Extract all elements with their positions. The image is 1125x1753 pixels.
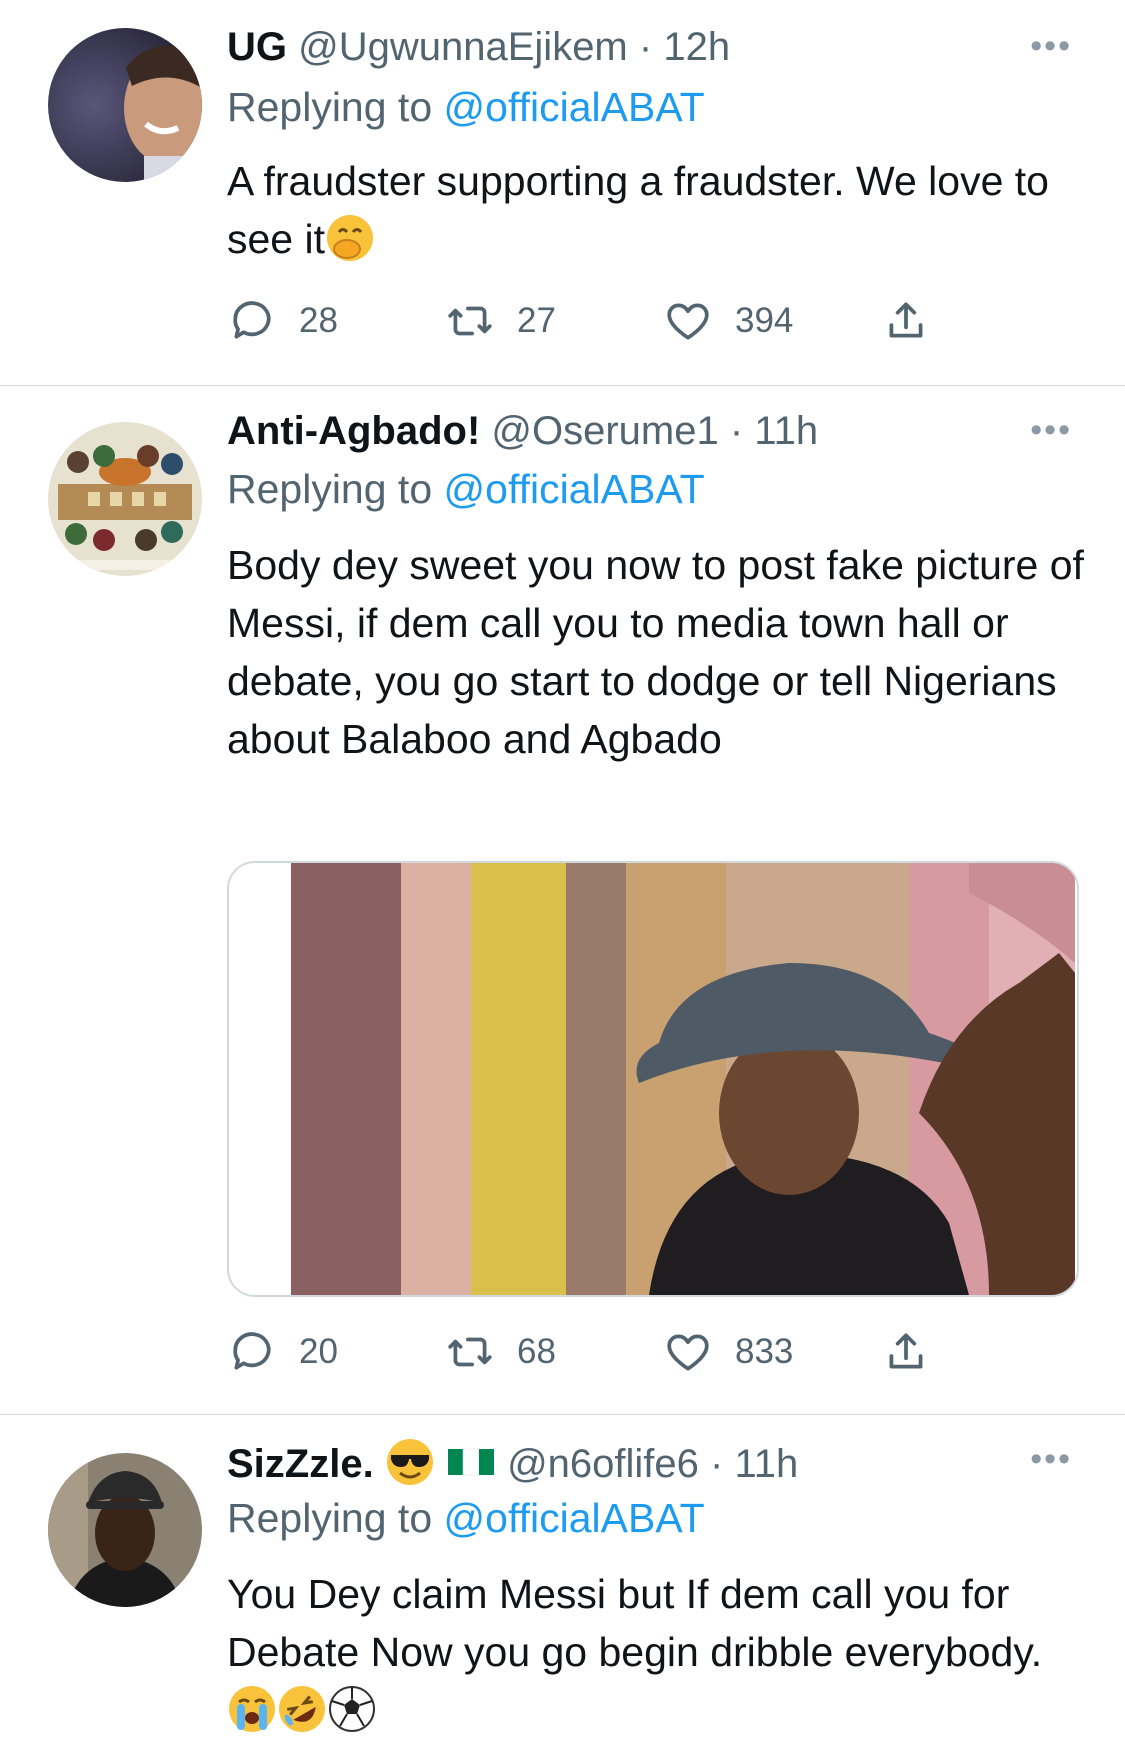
user-handle[interactable]: @Oserume1 bbox=[491, 409, 718, 453]
timestamp[interactable]: 11h bbox=[735, 1442, 799, 1486]
more-options-icon[interactable]: ••• bbox=[1030, 413, 1072, 447]
replying-to-mention[interactable]: @officialABAT bbox=[444, 466, 705, 512]
display-name[interactable]: Anti-Agbado! bbox=[227, 409, 480, 453]
like-button[interactable]: 394 bbox=[663, 296, 793, 346]
nigeria-flag-emoji bbox=[447, 1448, 494, 1476]
replying-to-mention[interactable]: @officialABAT bbox=[444, 84, 705, 130]
retweet-button[interactable]: 68 bbox=[445, 1327, 556, 1377]
retweet-count: 27 bbox=[517, 301, 556, 340]
user-handle[interactable]: @n6oflife6 bbox=[507, 1442, 699, 1486]
loudly-crying-face-emoji bbox=[229, 1686, 275, 1732]
share-button[interactable] bbox=[881, 1327, 931, 1377]
tweet-text-body: You Dey claim Messi but If dem call you … bbox=[227, 1571, 1043, 1675]
tweet-text: Body dey sweet you now to post fake pict… bbox=[227, 542, 1084, 762]
reply-button[interactable]: 20 bbox=[227, 1327, 338, 1377]
retweet-icon bbox=[448, 1337, 492, 1367]
more-options-icon[interactable]: ••• bbox=[1030, 29, 1072, 63]
tweet-media-image[interactable] bbox=[227, 861, 1079, 1297]
heart-icon bbox=[667, 1334, 709, 1371]
share-icon bbox=[889, 302, 923, 338]
replying-to-mention[interactable]: @officialABAT bbox=[444, 1495, 705, 1541]
display-name[interactable]: SizZzle. bbox=[227, 1442, 374, 1486]
tweet-3[interactable]: SizZzle. @n6oflife6 · 11h ••• Replying t… bbox=[0, 1415, 1125, 1753]
replying-to-label: Replying to bbox=[227, 466, 433, 512]
more-options-icon[interactable]: ••• bbox=[1030, 1442, 1072, 1476]
separator-dot: · bbox=[638, 25, 653, 69]
display-name[interactable]: UG bbox=[227, 25, 287, 69]
separator-dot: · bbox=[729, 409, 744, 453]
replying-to-label: Replying to bbox=[227, 1495, 433, 1541]
smiling-face-with-sunglasses-emoji bbox=[386, 1439, 433, 1485]
reply-icon bbox=[233, 301, 271, 339]
replying-to-label: Replying to bbox=[227, 84, 433, 130]
timestamp[interactable]: 12h bbox=[663, 25, 730, 69]
user-handle[interactable]: @UgwunnaEjikem bbox=[298, 25, 628, 69]
like-count: 394 bbox=[735, 301, 794, 340]
reply-button[interactable]: 28 bbox=[227, 296, 338, 346]
tweet-text: A fraudster supporting a fraudster. We l… bbox=[227, 152, 1087, 268]
face-with-hand-over-mouth-emoji bbox=[327, 215, 373, 261]
avatar[interactable] bbox=[48, 422, 202, 576]
reply-icon bbox=[233, 1332, 271, 1370]
share-button[interactable] bbox=[881, 296, 931, 346]
heart-icon bbox=[667, 303, 709, 340]
soccer-ball-emoji bbox=[329, 1686, 375, 1732]
retweet-icon bbox=[448, 306, 492, 336]
tweet-2[interactable]: Anti-Agbado! @Oserume1 · 11h ••• Replyin… bbox=[0, 386, 1125, 1414]
reply-count: 20 bbox=[299, 1332, 338, 1371]
like-count: 833 bbox=[735, 1332, 794, 1371]
reply-count: 28 bbox=[299, 301, 338, 340]
rolling-on-floor-laughing-emoji bbox=[279, 1686, 325, 1732]
tweet-1[interactable]: UG @UgwunnaEjikem · 12h ••• Replying to … bbox=[0, 0, 1125, 385]
like-button[interactable]: 833 bbox=[663, 1327, 793, 1377]
share-icon bbox=[889, 1333, 923, 1369]
separator-dot: · bbox=[710, 1442, 724, 1486]
retweet-button[interactable]: 27 bbox=[445, 296, 556, 346]
timestamp[interactable]: 11h bbox=[754, 409, 818, 453]
retweet-count: 68 bbox=[517, 1332, 556, 1371]
avatar[interactable] bbox=[48, 28, 202, 182]
avatar[interactable] bbox=[48, 1453, 202, 1607]
tweet-text: You Dey claim Messi but If dem call you … bbox=[227, 1565, 1087, 1739]
